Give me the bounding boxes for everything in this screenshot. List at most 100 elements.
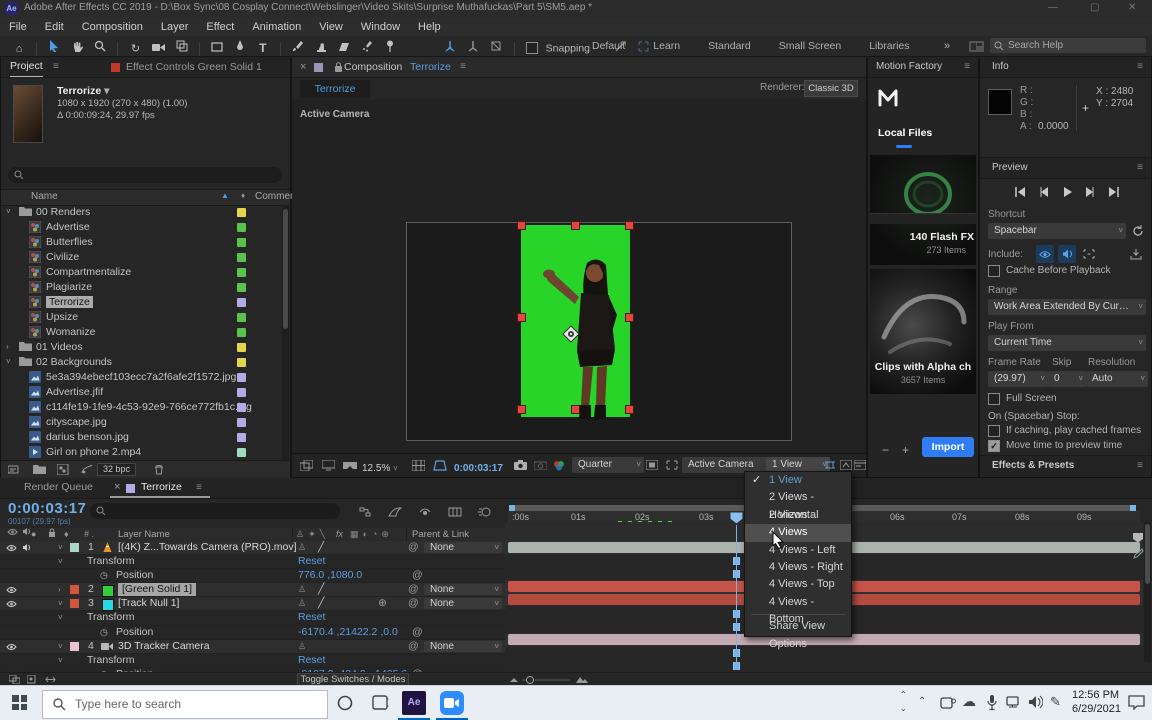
reset-link[interactable]: Reset xyxy=(298,555,325,568)
context-menu-item[interactable]: 4 Views xyxy=(745,524,851,541)
comp-viewer[interactable]: Active Camera xyxy=(292,99,866,453)
timeline-property-row[interactable]: ˅TransformReset xyxy=(0,654,505,668)
clock-time[interactable]: 12:56 PM xyxy=(1072,689,1119,701)
selection-handle[interactable] xyxy=(517,221,526,230)
label-color-chip[interactable] xyxy=(237,313,246,322)
snapshot-icon[interactable] xyxy=(510,456,530,474)
label-color-chip[interactable] xyxy=(237,223,246,232)
workspace-overflow-chevron-icon[interactable]: » xyxy=(944,36,950,56)
layer-visibility-eye-icon[interactable] xyxy=(6,643,17,651)
workspace-tab-learn[interactable]: Learn xyxy=(639,36,694,56)
context-menu-item[interactable]: Share View Options xyxy=(745,618,851,635)
play-button[interactable] xyxy=(1058,183,1078,201)
timeline-tab-close-icon[interactable]: × xyxy=(114,478,120,497)
comp-tab-terrorize[interactable]: Terrorize xyxy=(300,80,370,98)
range-dropdown[interactable]: Work Area Extended By Current... xyxy=(988,299,1146,315)
show-snapshot-icon[interactable] xyxy=(530,456,550,474)
twirl-icon[interactable]: › xyxy=(58,583,61,596)
item-name[interactable]: Civilize xyxy=(46,251,79,263)
pen-tool-icon[interactable] xyxy=(230,37,250,55)
item-name[interactable]: 01 Videos xyxy=(36,341,83,353)
pickwhip-icon[interactable]: @ xyxy=(412,626,423,639)
twirl-icon[interactable]: ˅ xyxy=(58,654,63,667)
item-name[interactable]: Advertise.jfif xyxy=(46,386,103,398)
quality-switch-icon[interactable]: ╱ xyxy=(318,583,324,596)
parent-pickwhip-icon[interactable]: @ xyxy=(408,640,419,653)
network-tray-icon[interactable] xyxy=(1006,695,1022,709)
project-item-row[interactable]: Advertise xyxy=(1,220,281,235)
twirl-icon[interactable]: ˅ xyxy=(6,207,11,216)
shy-switch-icon[interactable]: ♙ xyxy=(298,583,306,596)
stopwatch-icon[interactable]: ◷ xyxy=(100,626,108,639)
3d-gizmo-icon[interactable]: ⊕ xyxy=(378,597,387,610)
effects-panel-menu-icon[interactable]: ≡ xyxy=(1137,456,1143,476)
minimize-button[interactable]: — xyxy=(1048,2,1058,13)
item-name[interactable]: c114fe19-1fe9-4c53-92e9-766ce772fb1c.jpg xyxy=(46,401,252,413)
resolution-preview-dropdown[interactable]: Auto xyxy=(1086,371,1148,387)
camera-tool-icon[interactable] xyxy=(149,38,169,56)
layer-audio-speaker-icon[interactable] xyxy=(22,543,31,552)
start-logo-icon[interactable] xyxy=(12,695,27,710)
timeline-property-row[interactable]: ◷Position-6170.4 ,21422.2 ,0.0@ xyxy=(0,626,505,640)
menu-item-window[interactable]: Window xyxy=(352,18,409,36)
menu-item-effect[interactable]: Effect xyxy=(197,18,243,36)
shy-switch-icon[interactable]: ♙ xyxy=(298,640,306,653)
label-color-chip[interactable] xyxy=(237,283,246,292)
context-menu-item[interactable]: ✓1 View xyxy=(745,472,851,489)
workspace-tab-libraries[interactable]: Libraries xyxy=(855,36,923,56)
zoom-tool-icon[interactable] xyxy=(90,37,110,55)
local-axis-mode-icon[interactable] xyxy=(440,37,460,55)
snapping-checkbox[interactable] xyxy=(526,42,538,54)
task-view-icon[interactable] xyxy=(372,695,389,711)
reset-icon[interactable] xyxy=(1128,221,1148,239)
quality-switch-icon[interactable]: ╱ xyxy=(318,541,324,554)
motion-factory-menu-icon[interactable]: ≡ xyxy=(964,57,970,77)
hidden-icons-chevron[interactable]: ⌃ xyxy=(918,696,926,707)
property-group-name[interactable]: Transform xyxy=(87,555,134,568)
export-preview-icon[interactable] xyxy=(1126,245,1146,263)
layer-name[interactable]: [(4K) Z...Towards Camera (PRO).mov] xyxy=(118,541,297,554)
transparency-grid-icon[interactable] xyxy=(662,456,682,474)
item-name[interactable]: Compartmentalize xyxy=(46,266,131,278)
item-name[interactable]: Terrorize xyxy=(46,296,93,308)
shy-switch-icon[interactable]: ♙ xyxy=(298,541,306,554)
menu-item-edit[interactable]: Edit xyxy=(36,18,73,36)
draft-3d-icon[interactable] xyxy=(385,503,405,521)
project-item-row[interactable]: ˅02 Backgrounds xyxy=(1,355,281,370)
timeline-scrollbar[interactable] xyxy=(1144,522,1151,662)
asset-card[interactable]: 140 Flash FX 273 Items xyxy=(870,155,976,265)
project-item-row[interactable]: cityscape.jpg xyxy=(1,415,281,430)
context-menu-item[interactable]: 4 Views - Bottom xyxy=(745,594,851,611)
timeline-property-row[interactable]: ◷Position776.0 ,1080.0@ xyxy=(0,569,505,583)
twirl-icon[interactable]: ˅ xyxy=(58,640,63,653)
expand-inout-icon[interactable] xyxy=(40,673,60,685)
project-item-row[interactable]: ˅00 Renders xyxy=(1,205,281,220)
preview-panel-menu-icon[interactable]: ≡ xyxy=(1137,158,1143,178)
property-name[interactable]: Position xyxy=(116,626,153,639)
new-composition-icon[interactable] xyxy=(53,461,73,477)
parent-dropdown[interactable]: None xyxy=(424,542,502,553)
project-item-row[interactable]: ›01 Videos xyxy=(1,340,281,355)
workspace-tab-standard[interactable]: Standard xyxy=(694,36,765,56)
property-value[interactable]: 776.0 ,1080.0 xyxy=(298,569,362,582)
include-video-eye-icon[interactable] xyxy=(1036,245,1054,263)
item-name[interactable]: cityscape.jpg xyxy=(46,416,107,428)
item-name[interactable]: Plagiarize xyxy=(46,281,92,293)
type-tool-icon[interactable]: T xyxy=(253,39,273,57)
view-axis-mode-icon[interactable] xyxy=(486,37,506,55)
taskbar-search-box[interactable]: Type here to search xyxy=(42,690,328,719)
twirl-icon[interactable]: ˅ xyxy=(58,541,63,554)
cortana-icon[interactable] xyxy=(336,694,354,712)
project-item-row[interactable]: Womanize xyxy=(1,325,281,340)
info-panel-menu-icon[interactable]: ≡ xyxy=(1137,57,1143,77)
expand-modes-icon[interactable] xyxy=(22,673,42,685)
primary-viewer-icon[interactable] xyxy=(318,456,338,474)
project-item-row[interactable]: darius benson.jpg xyxy=(1,430,281,445)
selection-handle[interactable] xyxy=(571,405,580,414)
action-center-icon[interactable] xyxy=(1128,695,1145,710)
label-color-chip[interactable] xyxy=(237,403,246,412)
first-frame-button[interactable] xyxy=(1010,183,1030,201)
project-item-row[interactable]: Advertise.jfif xyxy=(1,385,281,400)
parent-dropdown[interactable]: None xyxy=(424,641,502,652)
timeline-layer-row[interactable]: ˅1[(4K) Z...Towards Camera (PRO).mov]♙╱@… xyxy=(0,541,505,555)
